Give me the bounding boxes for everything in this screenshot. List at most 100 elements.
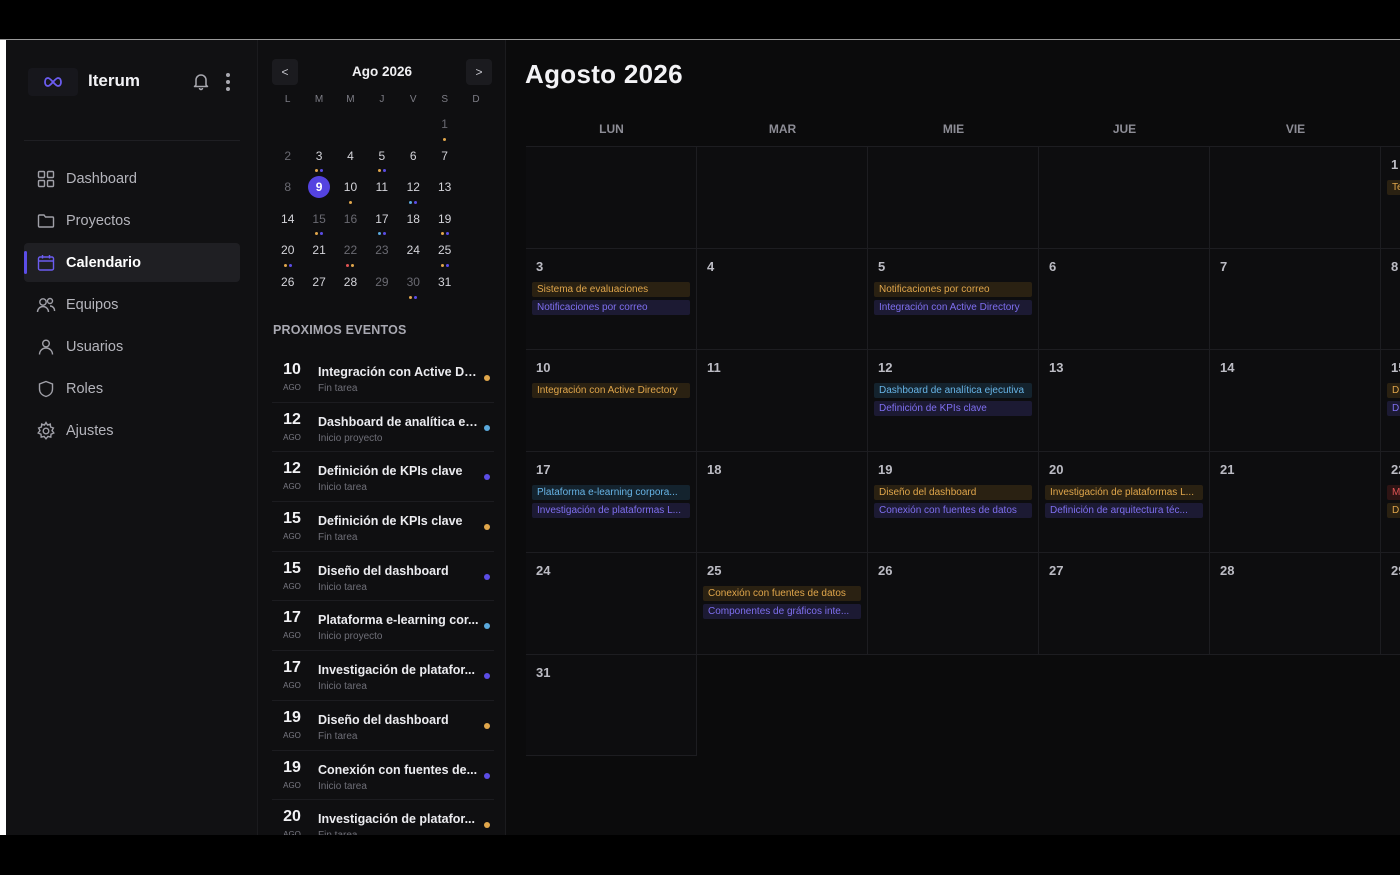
mini-day[interactable]: 23 <box>366 238 397 270</box>
sidebar-item-proyectos[interactable]: Proyectos <box>24 201 240 240</box>
day-cell[interactable]: 8 <box>1381 248 1400 350</box>
event-chip[interactable]: Definición de arquitectura téc... <box>1045 502 1203 518</box>
mini-day[interactable]: 4 <box>335 144 366 176</box>
mini-day[interactable]: 14 <box>272 207 303 239</box>
event-chip[interactable]: Investigación de plataformas L... <box>1045 484 1203 500</box>
mini-day[interactable]: 16 <box>335 207 366 239</box>
sidebar-item-equipos[interactable]: Equipos <box>24 285 240 324</box>
event-chip[interactable]: D <box>1387 383 1400 398</box>
event-chip[interactable]: Dashboard de analítica ejecutiva <box>874 383 1032 398</box>
day-cell[interactable]: 27 <box>1039 553 1210 655</box>
day-cell[interactable]: 29 <box>1381 553 1400 655</box>
mini-day[interactable]: 22 <box>335 238 366 270</box>
mini-day[interactable]: 25 <box>429 238 460 270</box>
mini-day[interactable]: 28 <box>335 270 366 302</box>
event-chip[interactable]: Investigación de plataformas L... <box>532 502 690 518</box>
mini-day[interactable]: 20 <box>272 238 303 270</box>
mini-day[interactable]: 19 <box>429 207 460 239</box>
mini-day[interactable]: 27 <box>303 270 334 302</box>
day-cell[interactable] <box>526 147 697 249</box>
day-cell[interactable]: 17 Plataforma e-learning corpora... Invest… <box>526 451 697 553</box>
event-chip[interactable]: Te <box>1387 180 1400 195</box>
mini-day[interactable]: 17 <box>366 207 397 239</box>
event-chip[interactable]: D <box>1387 401 1400 416</box>
upcoming-event[interactable]: 12 AGO Definición de KPIs clave Inicio tare… <box>272 452 494 503</box>
event-chip[interactable]: Integración con Active Directory <box>532 383 690 398</box>
sidebar-item-calendario[interactable]: Calendario <box>24 243 240 282</box>
day-cell[interactable]: 5 Notificaciones por correo Integración co… <box>868 248 1039 350</box>
event-chip[interactable]: D <box>1387 502 1400 518</box>
mini-day[interactable]: 10 <box>335 175 366 207</box>
mini-day[interactable]: 18 <box>398 207 429 239</box>
day-cell[interactable]: 1 Te <box>1381 147 1400 249</box>
day-cell[interactable] <box>1210 147 1381 249</box>
day-cell[interactable]: 31 <box>526 654 697 756</box>
day-cell[interactable] <box>697 147 868 249</box>
sidebar-item-ajustes[interactable]: Ajustes <box>24 411 240 450</box>
day-cell[interactable]: 26 <box>868 553 1039 655</box>
upcoming-event[interactable]: 15 AGO Diseño del dashboard Inicio tarea <box>272 552 494 602</box>
mini-day-today[interactable]: 9 <box>303 175 334 207</box>
day-cell[interactable] <box>1039 147 1210 249</box>
more-options-icon[interactable] <box>222 71 234 93</box>
sidebar-item-dashboard[interactable]: Dashboard <box>24 159 240 198</box>
mini-day[interactable]: 6 <box>398 144 429 176</box>
event-chip[interactable]: Conexión con fuentes de datos <box>874 502 1032 518</box>
upcoming-event[interactable]: 12 AGO Dashboard de analítica eje... Inicio… <box>272 403 494 453</box>
mini-day[interactable]: 1 <box>429 112 460 144</box>
day-cell[interactable]: 12 Dashboard de analítica ejecutiva Defini… <box>868 350 1039 452</box>
day-cell[interactable]: 25 Conexión con fuentes de datos Component… <box>697 553 868 655</box>
upcoming-event[interactable]: 19 AGO Conexión con fuentes de... Inicio ta… <box>272 751 494 801</box>
day-cell[interactable]: 24 <box>526 553 697 655</box>
event-chip[interactable]: Integración con Active Directory <box>874 299 1032 315</box>
upcoming-event[interactable]: 15 AGO Definición de KPIs clave Fin tarea <box>272 502 494 552</box>
day-cell[interactable]: 3 Sistema de evaluaciones Notificaciones p… <box>526 248 697 350</box>
mini-day[interactable]: 11 <box>366 175 397 207</box>
mini-day[interactable]: 31 <box>429 270 460 302</box>
day-cell[interactable] <box>868 147 1039 249</box>
sidebar-item-roles[interactable]: Roles <box>24 369 240 408</box>
day-cell[interactable]: 7 <box>1210 248 1381 350</box>
mini-day[interactable]: 12 <box>398 175 429 207</box>
day-cell[interactable]: 28 <box>1210 553 1381 655</box>
event-chip[interactable]: Definición de KPIs clave <box>874 401 1032 416</box>
day-cell[interactable]: 11 <box>697 350 868 452</box>
event-chip[interactable]: Componentes de gráficos inte... <box>703 604 861 619</box>
mini-day[interactable]: 3 <box>303 144 334 176</box>
upcoming-event[interactable]: 20AGOInvestigación de platafor...Fin tar… <box>272 800 494 835</box>
day-cell[interactable]: 19 Diseño del dashboard Conexión con fuent… <box>868 451 1039 553</box>
mini-day[interactable]: 26 <box>272 270 303 302</box>
sidebar-item-usuarios[interactable]: Usuarios <box>24 327 240 366</box>
day-cell[interactable]: 13 <box>1039 350 1210 452</box>
mini-day[interactable]: 8 <box>272 175 303 207</box>
day-cell[interactable]: 15 DD <box>1381 350 1400 452</box>
mini-day[interactable]: 5 <box>366 144 397 176</box>
notification-bell-icon[interactable] <box>190 70 212 92</box>
mini-day[interactable]: 30 <box>398 270 429 302</box>
event-chip[interactable]: Sistema de evaluaciones <box>532 281 690 297</box>
mini-day[interactable]: 24 <box>398 238 429 270</box>
event-chip[interactable]: Notificaciones por correo <box>874 281 1032 297</box>
upcoming-event[interactable]: 17 AGO Plataforma e-learning cor... Inicio … <box>272 601 494 652</box>
day-cell[interactable]: 4 <box>697 248 868 350</box>
mini-day[interactable]: 13 <box>429 175 460 207</box>
mini-day[interactable]: 29 <box>366 270 397 302</box>
day-cell[interactable]: 14 <box>1210 350 1381 452</box>
day-cell[interactable]: 10 Integración con Active Directory <box>526 350 697 452</box>
mini-day[interactable]: 21 <box>303 238 334 270</box>
mini-day[interactable]: 7 <box>429 144 460 176</box>
prev-month-button[interactable]: < <box>272 59 298 85</box>
upcoming-event[interactable]: 19 AGO Diseño del dashboard Fin tarea <box>272 701 494 751</box>
day-cell[interactable]: 21 <box>1210 451 1381 553</box>
event-chip[interactable]: Diseño del dashboard <box>874 484 1032 500</box>
day-cell[interactable]: 6 <box>1039 248 1210 350</box>
next-month-button[interactable]: > <box>466 59 492 85</box>
mini-day[interactable]: 2 <box>272 144 303 176</box>
day-cell[interactable]: 20 Investigación de plataformas L... Defin… <box>1039 451 1210 553</box>
event-chip[interactable]: M <box>1387 484 1400 500</box>
day-cell[interactable]: 18 <box>697 451 868 553</box>
upcoming-event[interactable]: 10 AGO Integración con Active Dir... Fin ta… <box>272 353 494 403</box>
mini-day[interactable]: 15 <box>303 207 334 239</box>
event-chip[interactable]: Conexión con fuentes de datos <box>703 586 861 601</box>
upcoming-event[interactable]: 17 AGO Investigación de platafor... Inicio … <box>272 651 494 701</box>
